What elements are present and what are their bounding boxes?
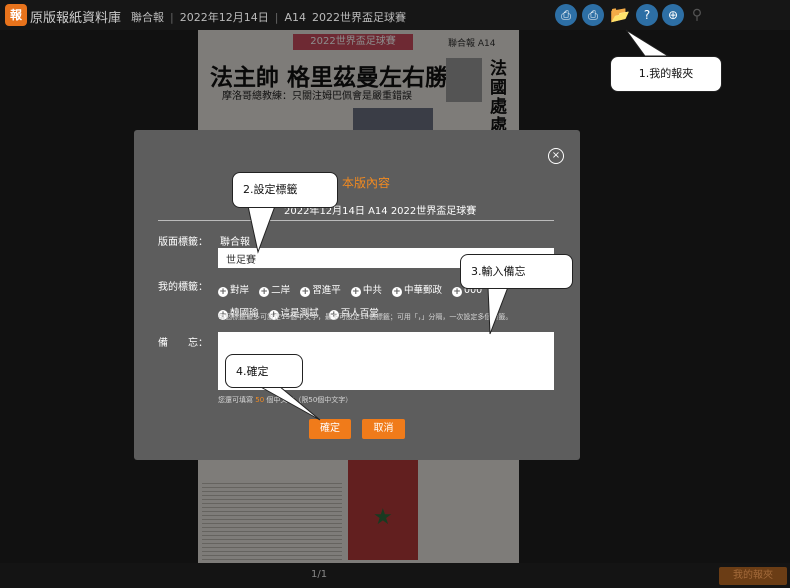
- memo-counter: 您還可填寫 50 個中文字（限50個中文字）: [218, 396, 353, 404]
- top-bar: 報 原版報紙資料庫 聯合報 | 2022年12月14日 | A14 2022世界盃足球賽 …: [0, 0, 790, 30]
- print-icon[interactable]: ⎙: [555, 4, 577, 26]
- tag-chip[interactable]: + 二岸: [259, 282, 290, 297]
- my-tags-label: 我的標籤：: [158, 282, 208, 293]
- confirm-button[interactable]: 確定: [309, 419, 351, 439]
- breadcrumb-page: A14: [284, 11, 306, 24]
- tag-chip[interactable]: + 中華郵政: [391, 282, 442, 297]
- page-label-label: 版面標籤：: [158, 237, 208, 248]
- breadcrumb-separator: |: [170, 11, 174, 24]
- page-label-value: 聯合報: [220, 237, 250, 248]
- callout-confirm: 4.確定: [225, 354, 303, 388]
- breadcrumb-paper: 聯合報: [131, 11, 164, 24]
- folder-icon[interactable]: 📂: [609, 4, 631, 26]
- plus-icon: +: [218, 287, 228, 297]
- zoom-in-icon[interactable]: ⊕: [662, 4, 684, 26]
- tag-dialog: × 本版內容 2022年12月14日 A14 2022世界盃足球賽 版面標籤： …: [134, 130, 580, 460]
- memo-label: 備 忘：: [158, 338, 208, 349]
- breadcrumb-date: 2022年12月14日: [179, 11, 269, 24]
- app-title: 原版報紙資料庫: [30, 11, 122, 26]
- callout-enter-memo: 3.輸入備忘: [460, 254, 573, 289]
- tag-chip[interactable]: + 對岸: [218, 282, 249, 297]
- bottom-bar: 1/1 我的報夾: [0, 563, 790, 588]
- close-icon[interactable]: ×: [548, 148, 564, 164]
- search-icon[interactable]: ⚲: [686, 4, 708, 26]
- callout-set-tags: 2.設定標籤: [232, 172, 338, 208]
- callout-my-folder: 1.我的報夾: [610, 56, 722, 92]
- logo-icon: 報: [5, 4, 27, 26]
- plus-icon: +: [259, 287, 270, 297]
- help-icon[interactable]: ?: [636, 4, 658, 26]
- dialog-title: 本版內容: [342, 176, 391, 190]
- divider: [158, 220, 554, 221]
- print-page-icon[interactable]: ⎙: [582, 4, 604, 26]
- plus-icon: +: [452, 287, 463, 297]
- plus-icon: +: [350, 287, 361, 297]
- breadcrumb-section: 2022世界盃足球賽: [311, 11, 406, 24]
- tag-chip[interactable]: + 中共: [350, 282, 382, 297]
- breadcrumb: 聯合報 | 2022年12月14日 | A14 2022世界盃足球賽: [131, 9, 406, 25]
- cancel-button[interactable]: 取消: [362, 419, 405, 439]
- page-indicator: 1/1: [311, 569, 328, 580]
- my-folder-button[interactable]: 我的報夾: [719, 567, 787, 585]
- plus-icon: +: [391, 287, 402, 297]
- breadcrumb-separator: |: [274, 11, 279, 24]
- plus-icon: +: [300, 287, 311, 297]
- tag-hint: 每個標籤最多可設定15個中文字，最多可設定10個標籤；可用「，」分隔，一次設定多…: [218, 313, 513, 321]
- tag-chip[interactable]: + 習進平: [300, 282, 341, 297]
